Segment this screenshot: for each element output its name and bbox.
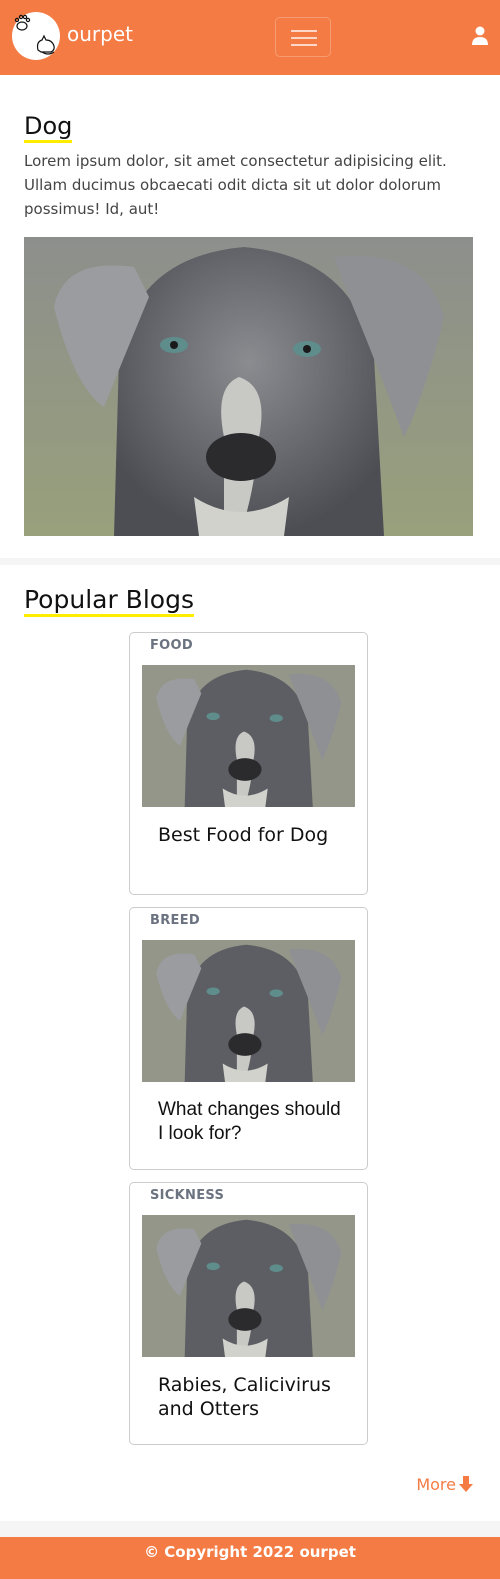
blog-title[interactable]: Rabies, Calicivirus and Otters: [158, 1373, 348, 1421]
more-label: More: [416, 1475, 456, 1494]
blog-title[interactable]: Best Food for Dog: [158, 823, 348, 847]
intro-text: Lorem ipsum dolor, sit amet consectetur …: [24, 152, 447, 218]
blog-image: [142, 665, 355, 807]
logo[interactable]: [12, 12, 60, 60]
blog-category: FOOD: [150, 638, 193, 653]
user-icon[interactable]: [472, 26, 488, 46]
blog-title[interactable]: What changes should I look for?: [158, 1098, 348, 1146]
hamburger-icon: [291, 30, 317, 32]
more-link[interactable]: More: [416, 1475, 473, 1494]
blog-image: [142, 940, 355, 1082]
section-title: Popular Blogs: [24, 585, 194, 617]
page-title: Dog: [24, 112, 73, 143]
navbar: ourpet: [0, 0, 500, 75]
popular-blogs-section: Popular Blogs FOOD Best Food for Dog BRE…: [0, 565, 500, 1521]
brand-name[interactable]: ourpet: [67, 22, 133, 46]
hamburger-icon-line: [291, 44, 317, 46]
dog-section: Dog Lorem ipsum dolor, sit amet consecte…: [0, 75, 500, 558]
blog-category: BREED: [150, 913, 200, 928]
hamburger-icon-line: [291, 37, 317, 39]
blog-card[interactable]: SICKNESS Rabies, Calicivirus and Otters: [129, 1182, 368, 1445]
footer: © Copyright 2022 ourpet: [0, 1537, 500, 1579]
arrow-down-icon: [459, 1476, 473, 1492]
copyright-text: © Copyright 2022 ourpet: [144, 1543, 356, 1561]
blog-category: SICKNESS: [150, 1188, 225, 1203]
blog-card[interactable]: FOOD Best Food for Dog: [129, 632, 368, 895]
menu-toggle-button[interactable]: [275, 17, 331, 57]
blog-image: [142, 1215, 355, 1357]
dog-image: [24, 237, 473, 536]
paw-icon: [14, 14, 55, 55]
blog-card[interactable]: BREED What changes should I look for?: [129, 907, 368, 1170]
